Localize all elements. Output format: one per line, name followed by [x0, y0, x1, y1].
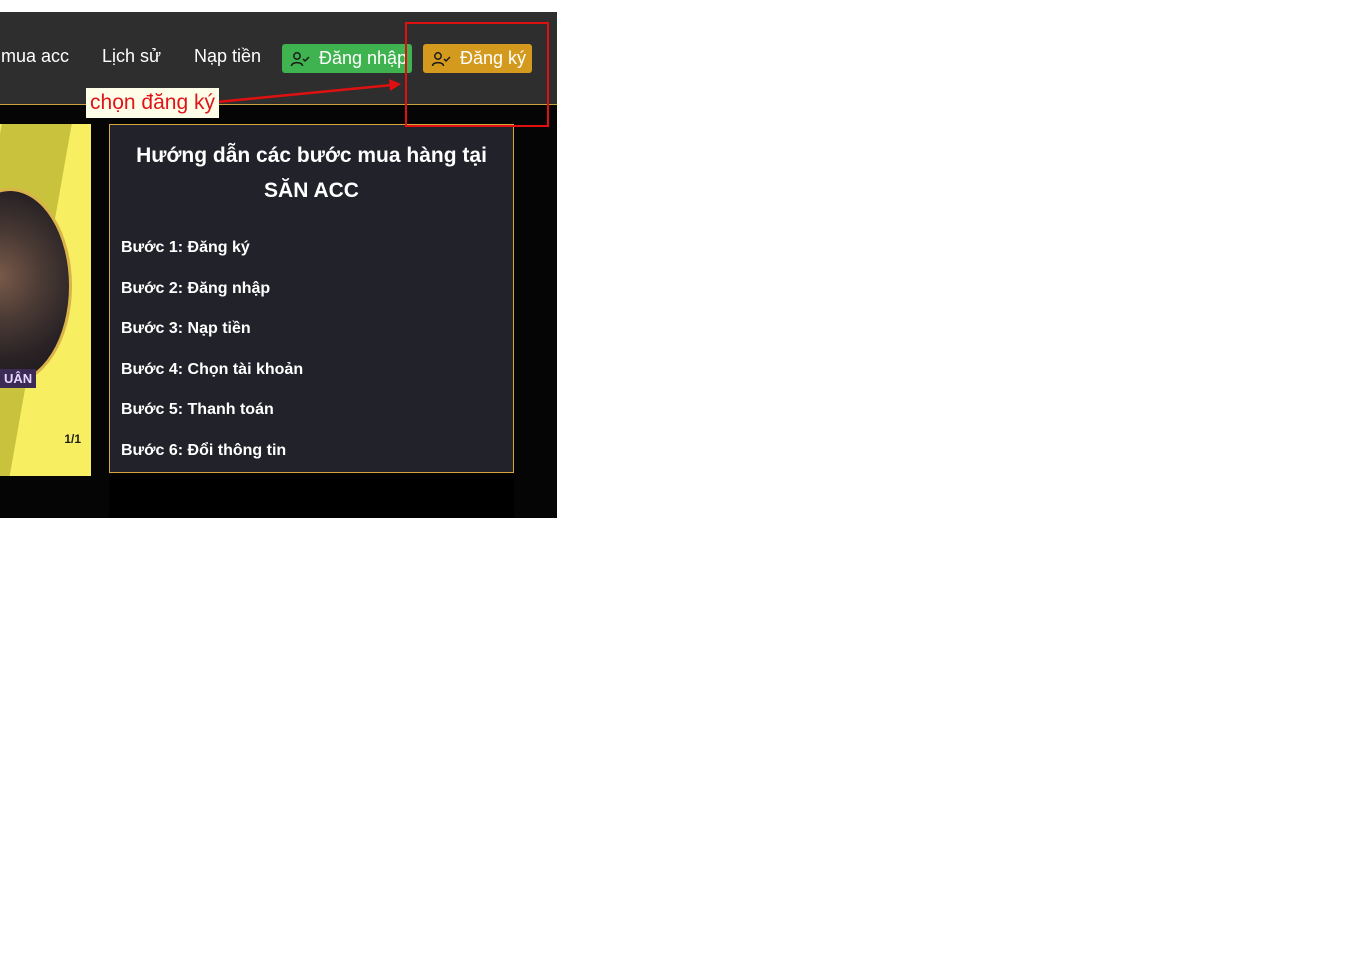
annotation-label: chọn đăng ký	[86, 88, 219, 118]
hero-portrait	[0, 188, 72, 384]
purchase-guide-panel: Hướng dẫn các bước mua hàng tại SĂN ACC …	[109, 124, 514, 473]
guide-step: Bước 5: Thanh toán	[121, 401, 274, 419]
banner-badge: UÂN	[0, 369, 37, 388]
game-banner-image[interactable]: UÂN 1/1	[0, 124, 91, 476]
guide-step: Bước 4: Chọn tài khoản	[121, 360, 304, 378]
guide-step: Bước 3: Nạp tiền	[121, 320, 251, 338]
guide-title-line-1: Hướng dẫn các bước mua hàng tại	[136, 144, 487, 167]
guide-step: Bước 2: Đăng nhập	[121, 279, 271, 297]
guide-title-line-2: SĂN ACC	[264, 179, 359, 202]
guide-step: Bước 1: Đăng ký	[121, 239, 250, 256]
content-footer-strip	[109, 474, 514, 518]
guide-steps-list: Bước 1: Đăng ký Bước 2: Đăng nhập Bước 3…	[121, 238, 303, 482]
slide-pager: 1/1	[64, 432, 81, 446]
guide-title: Hướng dẫn các bước mua hàng tại SĂN ACC	[110, 138, 513, 208]
annotation-arrow	[216, 79, 401, 104]
